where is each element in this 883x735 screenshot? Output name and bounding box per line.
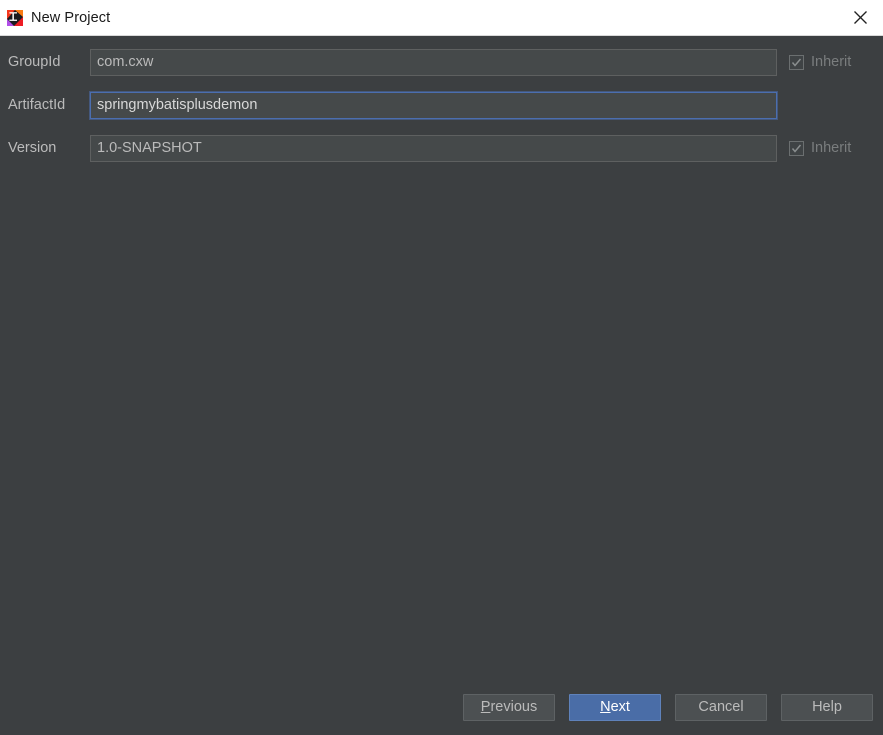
form-row-groupid: GroupId Inherit <box>0 48 883 76</box>
next-button-label: ext <box>610 699 630 715</box>
previous-button-label: revious <box>490 699 538 715</box>
check-icon <box>791 58 802 67</box>
project-coordinates-form: GroupId Inherit ArtifactId Inherit V <box>0 36 883 679</box>
previous-button[interactable]: Previous <box>463 693 555 721</box>
groupid-input[interactable] <box>90 48 777 76</box>
groupid-label: GroupId <box>8 54 61 70</box>
next-button-mnemonic: N <box>600 699 611 715</box>
new-project-dialog: New Project GroupId Inherit <box>0 0 883 735</box>
close-button[interactable] <box>837 0 883 35</box>
close-icon <box>853 11 867 24</box>
previous-button-mnemonic: P <box>480 699 491 715</box>
window-title: New Project <box>31 9 111 26</box>
version-inherit-checkbox[interactable]: Inherit <box>789 140 875 156</box>
groupid-inherit-label: Inherit <box>811 54 852 70</box>
help-button[interactable]: Help <box>781 693 873 721</box>
form-row-version: Version Inherit <box>0 134 883 162</box>
title-bar: New Project <box>0 0 883 36</box>
cancel-button-label: Cancel <box>698 699 744 715</box>
dialog-button-bar: Previous Next Cancel Help <box>0 679 883 735</box>
help-button-label: Help <box>812 699 842 715</box>
next-button[interactable]: Next <box>569 693 661 721</box>
version-input[interactable] <box>90 134 777 162</box>
version-inherit-label: Inherit <box>811 140 852 156</box>
check-icon <box>791 144 802 153</box>
form-row-artifactid: ArtifactId Inherit <box>0 91 883 119</box>
groupid-inherit-checkbox[interactable]: Inherit <box>789 54 875 70</box>
checkbox-icon <box>789 140 804 156</box>
intellij-idea-icon <box>7 9 23 26</box>
cancel-button[interactable]: Cancel <box>675 693 767 721</box>
version-label: Version <box>8 140 57 156</box>
checkbox-icon <box>789 54 804 70</box>
artifactid-label: ArtifactId <box>8 97 66 113</box>
artifactid-input[interactable] <box>90 91 777 119</box>
